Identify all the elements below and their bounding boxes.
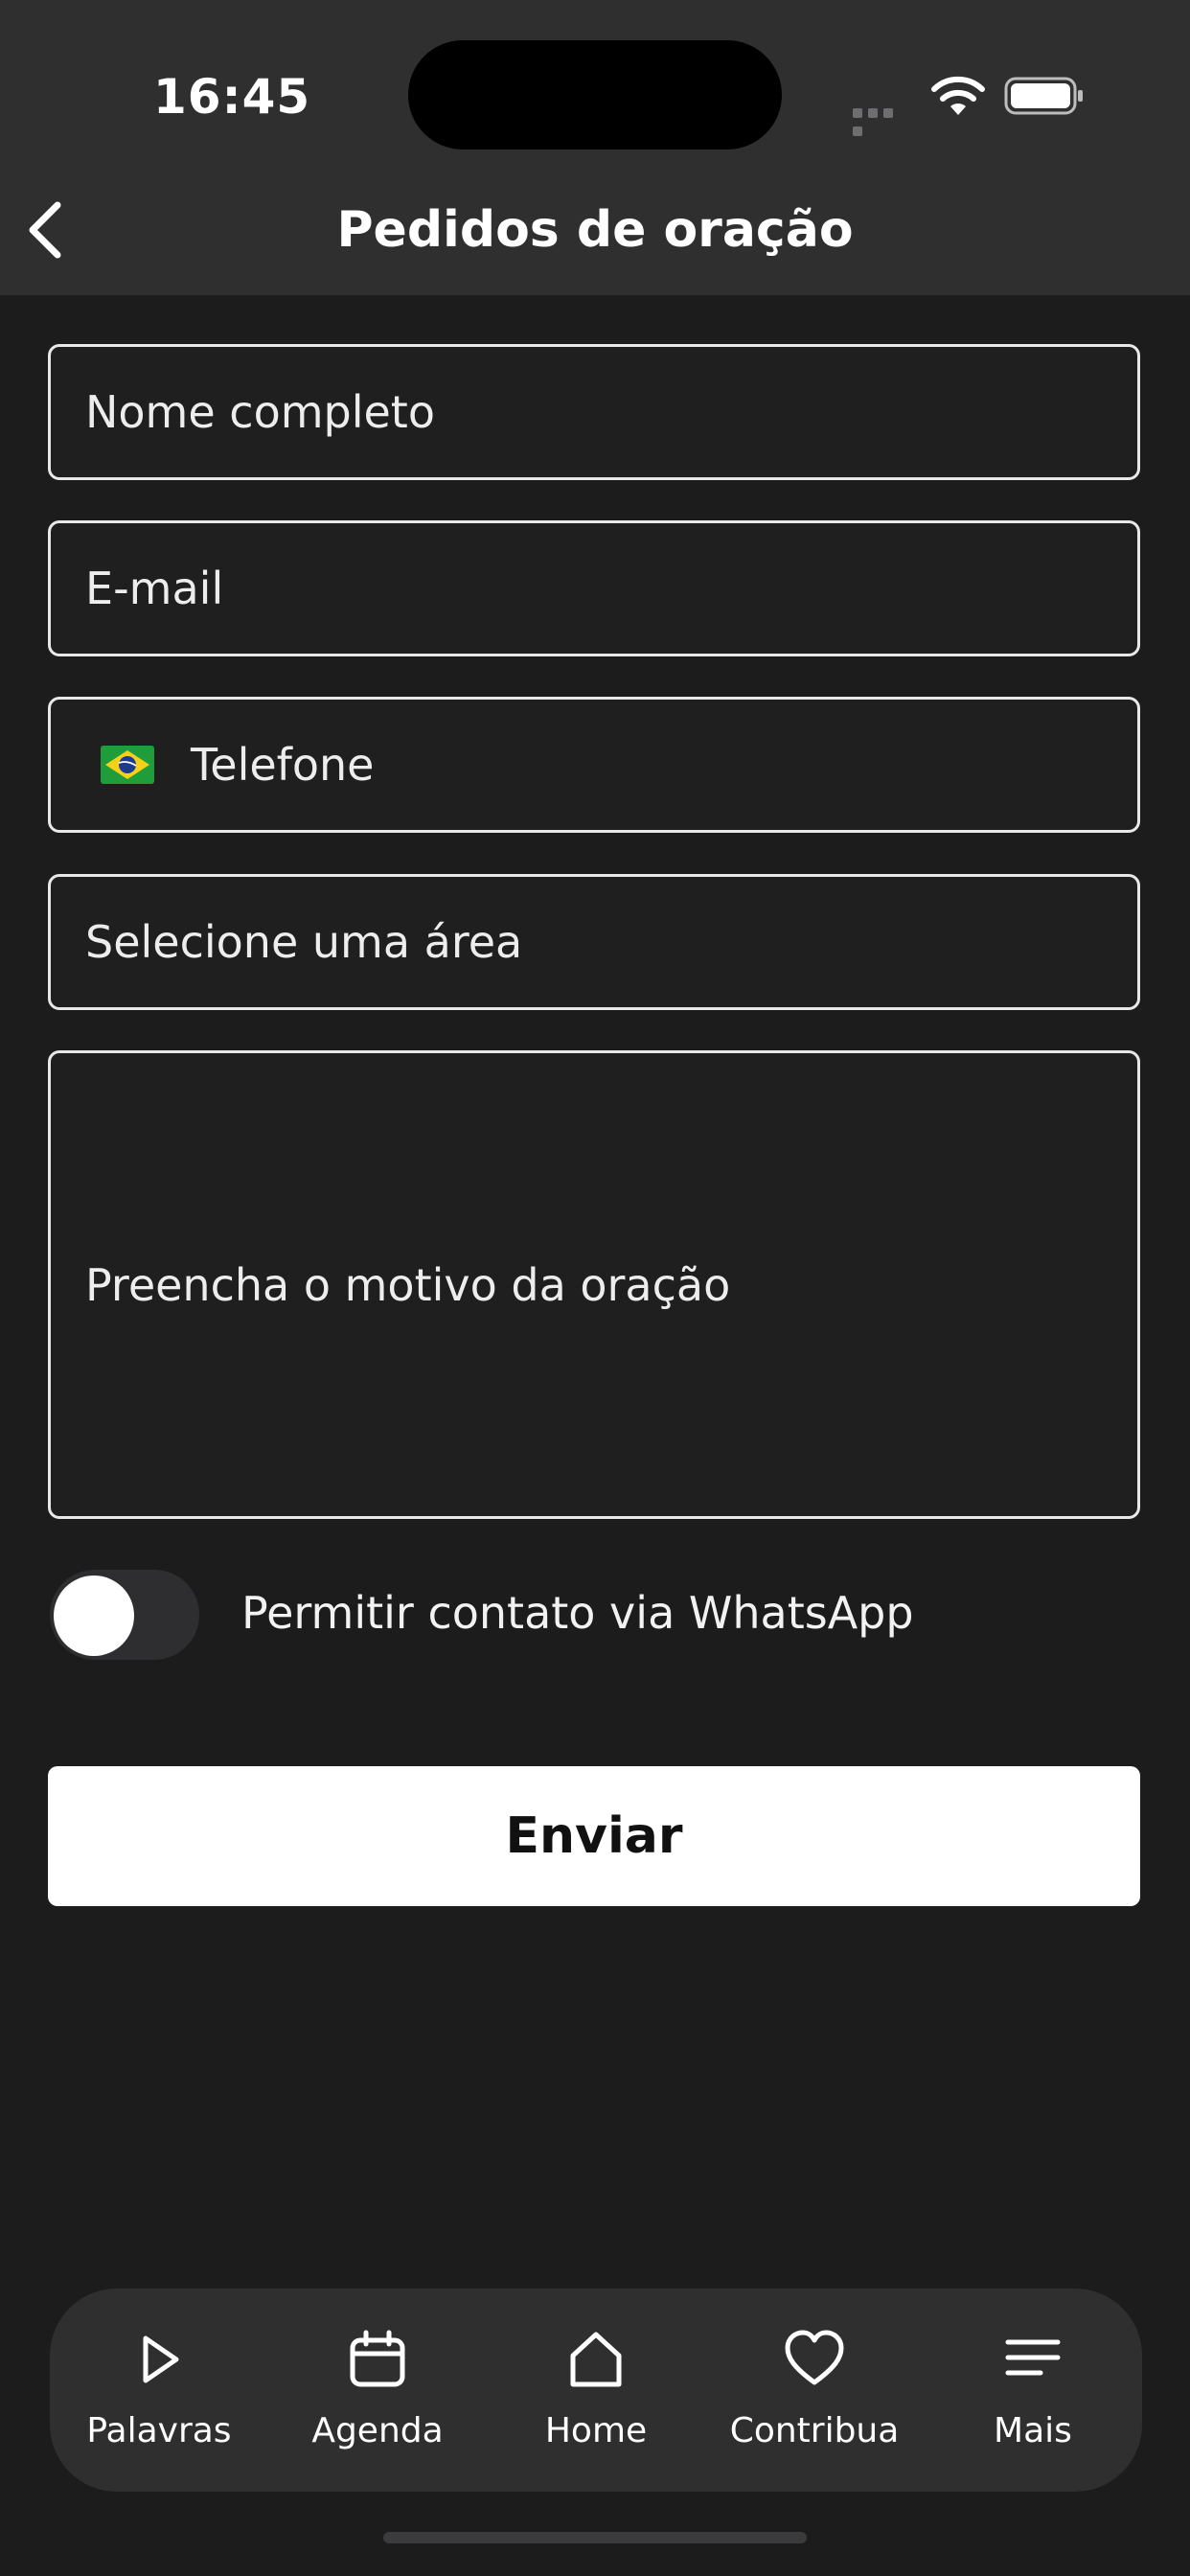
- whatsapp-toggle-label: Permitir contato via WhatsApp: [241, 1587, 914, 1639]
- full-name-input[interactable]: Nome completo: [48, 344, 1140, 480]
- tab-home[interactable]: Home: [487, 2288, 705, 2492]
- area-placeholder: Selecione uma área: [85, 916, 523, 968]
- status-time: 16:45: [153, 69, 311, 125]
- wifi-icon: [931, 76, 985, 115]
- tab-bar: Palavras Agenda Home Contribua Mais: [50, 2288, 1142, 2492]
- tab-contribua[interactable]: Contribua: [705, 2288, 924, 2492]
- tab-label: Agenda: [311, 2411, 444, 2450]
- whatsapp-toggle[interactable]: [50, 1570, 199, 1660]
- tab-agenda[interactable]: Agenda: [268, 2288, 487, 2492]
- calendar-icon: [350, 2330, 405, 2387]
- home-indicator[interactable]: [383, 2532, 807, 2543]
- toggle-knob: [54, 1576, 134, 1656]
- page-title: Pedidos de oração: [336, 201, 854, 259]
- prayer-reason-textarea[interactable]: Preencha o motivo da oração: [48, 1050, 1140, 1519]
- tab-label: Mais: [994, 2411, 1072, 2450]
- play-icon: [143, 2335, 179, 2383]
- battery-icon: [1004, 77, 1083, 115]
- menu-icon: [1005, 2339, 1061, 2376]
- email-placeholder: E-mail: [85, 563, 224, 614]
- tab-label: Home: [544, 2411, 648, 2450]
- tab-label: Palavras: [86, 2411, 232, 2450]
- tab-label: Contribua: [729, 2411, 900, 2450]
- brazil-flag-icon[interactable]: [101, 746, 154, 784]
- cellular-signal-icon: [853, 104, 912, 136]
- home-icon: [570, 2332, 622, 2387]
- submit-button[interactable]: Enviar: [48, 1766, 1140, 1906]
- phone-placeholder: Telefone: [191, 739, 375, 791]
- area-select[interactable]: Selecione uma área: [48, 874, 1140, 1010]
- heart-icon: [785, 2330, 844, 2385]
- email-input[interactable]: E-mail: [48, 520, 1140, 656]
- tab-mais[interactable]: Mais: [924, 2288, 1142, 2492]
- full-name-placeholder: Nome completo: [85, 386, 435, 438]
- tab-palavras[interactable]: Palavras: [50, 2288, 268, 2492]
- prayer-reason-placeholder: Preencha o motivo da oração: [85, 1258, 731, 1311]
- phone-input[interactable]: Telefone: [48, 697, 1140, 833]
- header-bar: 16:45 Pedidos de oração: [0, 0, 1190, 295]
- dynamic-island: [408, 40, 782, 150]
